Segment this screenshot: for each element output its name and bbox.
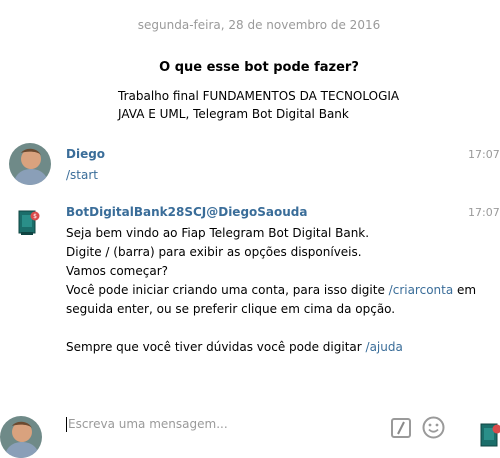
- message-text-segment: Você pode iniciar criando uma conta, par…: [66, 283, 389, 297]
- message-text-line: seguida enter, ou se preferir clique em …: [66, 302, 396, 316]
- command-link-ajuda[interactable]: /ajuda: [366, 340, 403, 354]
- bot-intro-line: Trabalho final FUNDAMENTOS DA TECNOLOGIA: [118, 89, 400, 103]
- message-author[interactable]: Diego: [66, 147, 105, 161]
- message-time: 17:07:: [468, 206, 500, 219]
- message-text-line: Sempre que você tiver dúvidas você pode …: [66, 338, 403, 357]
- composer-user-avatar[interactable]: [0, 416, 42, 458]
- message-author[interactable]: BotDigitalBank28SCJ@DiegoSaouda: [66, 205, 308, 219]
- command-link-criarconta[interactable]: /criarconta: [389, 283, 454, 297]
- user-avatar[interactable]: [9, 143, 51, 185]
- message-text-segment: em: [453, 283, 477, 297]
- bot-icon-corner[interactable]: [480, 423, 500, 449]
- svg-text:$: $: [33, 213, 37, 220]
- bot-intro-line: JAVA E UML, Telegram Bot Digital Bank: [118, 107, 349, 121]
- message-input[interactable]: Escreva uma mensagem...: [68, 417, 228, 431]
- text-caret: [66, 417, 67, 432]
- message-text[interactable]: /start: [66, 166, 98, 185]
- message-time: 17:07:: [468, 148, 500, 161]
- message-text-segment: Sempre que você tiver dúvidas você pode …: [66, 340, 366, 354]
- bot-avatar-icon[interactable]: $: [18, 210, 40, 236]
- bot-intro-title: O que esse bot pode fazer?: [159, 60, 359, 75]
- date-separator: segunda-feira, 28 de novembro de 2016: [137, 18, 381, 32]
- message-text-line: Você pode iniciar criando uma conta, par…: [66, 281, 476, 300]
- bot-intro-description: Trabalho final FUNDAMENTOS DA TECNOLOGIA…: [118, 87, 418, 123]
- slash-command-icon[interactable]: [391, 418, 411, 438]
- message-text-line: Digite / (barra) para exibir as opções d…: [66, 245, 362, 259]
- message-text-line: Seja bem vindo ao Fiap Telegram Bot Digi…: [66, 226, 370, 240]
- smiley-icon[interactable]: [422, 416, 445, 439]
- message-text-line: Vamos começar?: [66, 264, 168, 278]
